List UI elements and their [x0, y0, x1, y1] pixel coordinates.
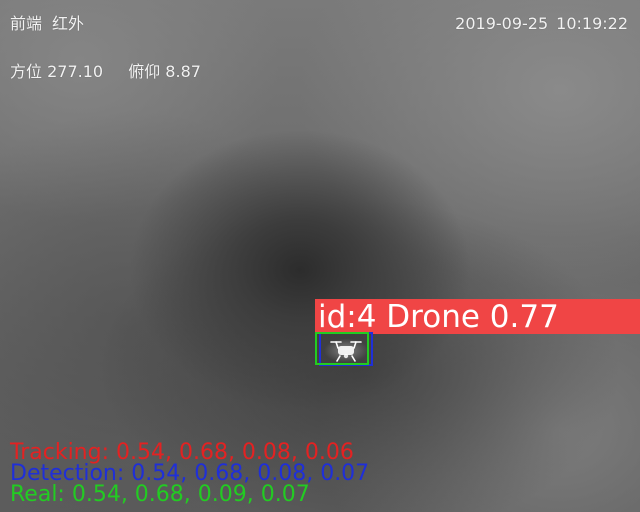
source-text: 前端 — [10, 14, 43, 33]
mode-text: 红外 — [52, 14, 85, 33]
azimuth-label: 方位 — [10, 62, 43, 81]
gimbal-angles: 方位 277.10 俯仰 8.87 — [10, 62, 201, 82]
elevation-value: 8.87 — [165, 62, 201, 81]
camera-source-label: 前端 红外 — [10, 14, 84, 34]
infrared-video-frame: 前端 红外 2019-09-25 10:19:22 方位 277.10 俯仰 8.8… — [0, 0, 640, 512]
date-text: 2019-09-25 — [455, 14, 549, 33]
azimuth-value: 277.10 — [47, 62, 104, 81]
real-metrics: Real: 0.54, 0.68, 0.09, 0.07 — [10, 482, 310, 507]
timestamp: 2019-09-25 10:19:22 — [455, 14, 628, 34]
time-text: 10:19:22 — [556, 14, 628, 33]
drone-icon — [330, 341, 362, 362]
elevation-label: 俯仰 — [128, 62, 161, 81]
detection-label: id:4 Drone 0.77 — [315, 299, 640, 334]
